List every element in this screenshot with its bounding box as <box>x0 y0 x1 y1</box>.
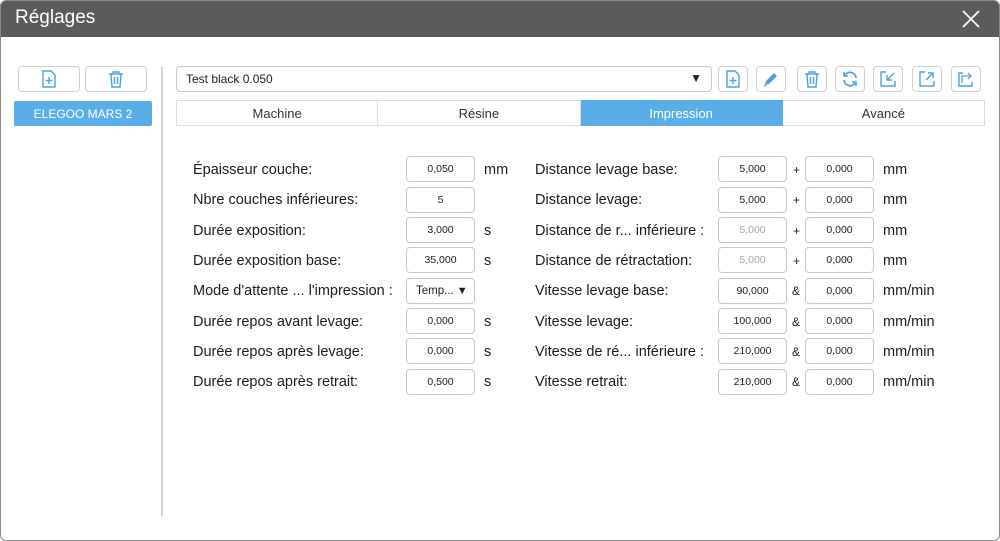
exposure-time-input[interactable] <box>406 217 475 243</box>
lift-speed-label: Vitesse levage: <box>535 314 634 330</box>
printer-item-elegoo-mars-2[interactable]: ELEGOO MARS 2 <box>14 101 152 126</box>
edit-profile-button[interactable] <box>756 66 786 92</box>
wait-mode-value: Temp... <box>416 285 454 297</box>
retract-distance-extra-input[interactable] <box>805 247 874 273</box>
rest-before-lift-unit: s <box>484 314 492 330</box>
lift-distance-extra-input[interactable] <box>805 187 874 213</box>
bottom-retract-speed-extra-input[interactable] <box>805 338 874 364</box>
base-lift-distance-label: Distance levage base: <box>535 162 678 178</box>
settings-tabs: Machine Résine Impression Avancé <box>176 100 985 126</box>
retract-speed-extra-input[interactable] <box>805 369 874 395</box>
retract-speed-sep: & <box>792 375 801 389</box>
base-lift-distance-extra-input[interactable] <box>805 156 874 182</box>
bottom-retract-speed-input[interactable] <box>718 338 787 364</box>
refresh-icon <box>843 71 857 87</box>
export-all-icon <box>958 72 973 87</box>
base-lift-speed-label: Vitesse levage base: <box>535 283 669 299</box>
base-lift-distance-input[interactable] <box>718 156 787 182</box>
lift-distance-input[interactable] <box>718 187 787 213</box>
rest-after-retract-input[interactable] <box>406 369 475 395</box>
base-lift-speed-sep: & <box>792 284 801 298</box>
lift-distance-sep: + <box>793 193 801 207</box>
import-profile-button[interactable] <box>873 66 903 92</box>
delete-printer-button[interactable] <box>85 66 147 92</box>
rest-after-retract-label: Durée repos après retrait: <box>193 374 359 390</box>
exposure-time-unit: s <box>484 223 492 239</box>
bottom-retract-speed-unit: mm/min <box>883 344 935 360</box>
wait-mode-dropdown[interactable]: Temp... ▼ <box>406 278 475 304</box>
exposure-time-label: Durée exposition: <box>193 223 306 239</box>
profile-select-value: Test black 0.050 <box>186 72 273 86</box>
base-lift-speed-unit: mm/min <box>883 283 935 299</box>
tab-printing[interactable]: Impression <box>580 100 783 126</box>
rest-after-retract-unit: s <box>484 374 492 390</box>
window-title: Réglages <box>15 7 96 28</box>
tab-machine[interactable]: Machine <box>176 100 379 126</box>
base-lift-distance-unit: mm <box>883 162 908 178</box>
tab-advanced[interactable]: Avancé <box>782 100 985 126</box>
sidebar-divider <box>161 67 163 516</box>
retract-distance-label: Distance de rétractation: <box>535 253 693 269</box>
import-icon <box>880 71 896 87</box>
layer-thickness-label: Épaisseur couche: <box>193 162 313 178</box>
add-printer-button[interactable] <box>18 66 80 92</box>
retract-distance-input[interactable] <box>718 247 787 273</box>
bottom-retract-distance-extra-input[interactable] <box>805 217 874 243</box>
bottom-retract-distance-unit: mm <box>883 223 908 239</box>
bottom-retract-distance-input[interactable] <box>718 217 787 243</box>
lift-speed-extra-input[interactable] <box>805 308 874 334</box>
rest-after-lift-unit: s <box>484 344 492 360</box>
base-exposure-label: Durée exposition base: <box>193 253 342 269</box>
trash-icon <box>805 71 819 88</box>
base-exposure-input[interactable] <box>406 247 475 273</box>
export-icon <box>919 71 935 87</box>
lift-speed-unit: mm/min <box>883 314 935 330</box>
lift-speed-input[interactable] <box>718 308 787 334</box>
export-all-profiles-button[interactable] <box>951 66 981 92</box>
export-profile-button[interactable] <box>912 66 942 92</box>
retract-speed-label: Vitesse retrait: <box>535 374 628 390</box>
retract-speed-unit: mm/min <box>883 374 935 390</box>
close-icon <box>962 10 980 28</box>
bottom-retract-speed-sep: & <box>792 345 801 359</box>
close-button[interactable] <box>957 5 985 33</box>
settings-window: Réglages ELEGOO MARS 2 Test black 0.050 … <box>0 0 1000 541</box>
chevron-down-icon: ▼ <box>456 285 468 297</box>
bottom-retract-distance-sep: + <box>793 224 801 238</box>
retract-distance-unit: mm <box>883 253 908 269</box>
title-bar: Réglages <box>1 1 999 37</box>
delete-profile-button[interactable] <box>797 66 827 92</box>
base-lift-distance-sep: + <box>793 163 801 177</box>
layer-thickness-input[interactable] <box>406 156 475 182</box>
base-lift-speed-extra-input[interactable] <box>805 278 874 304</box>
add-file-icon <box>726 70 740 88</box>
layer-thickness-unit: mm <box>484 162 509 178</box>
refresh-profile-button[interactable] <box>835 66 865 92</box>
base-exposure-unit: s <box>484 253 492 269</box>
rest-after-lift-label: Durée repos après levage: <box>193 344 364 360</box>
rest-before-lift-label: Durée repos avant levage: <box>193 314 364 330</box>
bottom-retract-distance-label: Distance de r... inférieure : <box>535 223 705 239</box>
wait-mode-label: Mode d'attente ... l'impression : <box>193 283 393 299</box>
base-lift-speed-input[interactable] <box>718 278 787 304</box>
rest-after-lift-input[interactable] <box>406 338 475 364</box>
tab-resin[interactable]: Résine <box>378 100 581 126</box>
lift-speed-sep: & <box>792 315 801 329</box>
rest-before-lift-input[interactable] <box>406 308 475 334</box>
trash-icon <box>109 71 123 88</box>
bottom-retract-speed-label: Vitesse de ré... inférieure : <box>535 344 704 360</box>
edit-pencil-icon <box>763 73 777 87</box>
profile-select[interactable]: Test black 0.050 ▼ <box>176 66 712 92</box>
add-file-icon <box>42 70 56 88</box>
retract-speed-input[interactable] <box>718 369 787 395</box>
lift-distance-unit: mm <box>883 192 908 208</box>
chevron-down-icon: ▼ <box>690 71 702 85</box>
lift-distance-label: Distance levage: <box>535 192 643 208</box>
bottom-layers-input[interactable] <box>406 187 475 213</box>
add-profile-button[interactable] <box>718 66 748 92</box>
retract-distance-sep: + <box>793 254 801 268</box>
bottom-layers-label: Nbre couches inférieures: <box>193 192 359 208</box>
